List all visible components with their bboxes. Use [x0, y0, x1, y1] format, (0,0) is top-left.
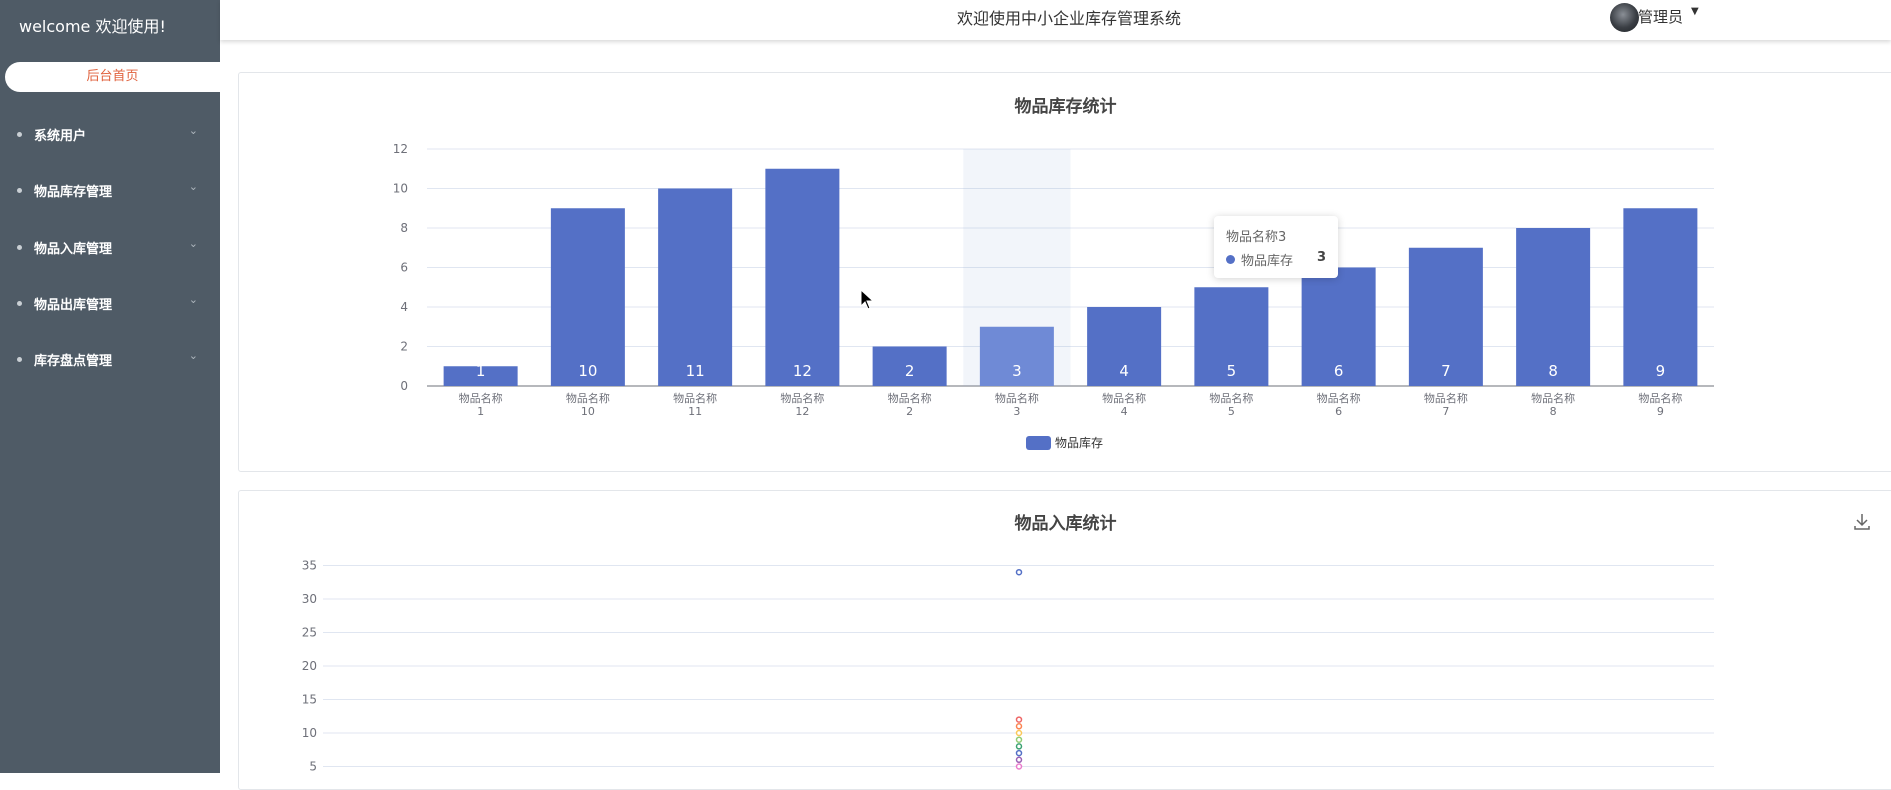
chevron-down-icon: ⌄ — [188, 124, 198, 137]
sidebar-item-stocktaking[interactable]: 库存盘点管理 ⌄ — [0, 349, 220, 369]
welcome-text: welcome 欢迎使用! — [19, 17, 166, 36]
bullet-icon — [17, 132, 22, 137]
sidebar-item-inventory[interactable]: 物品库存管理 ⌄ — [0, 180, 220, 200]
chart-title: 物品库存统计 — [1014, 97, 1117, 117]
download-icon[interactable] — [1852, 512, 1872, 532]
sidebar-item-label: 物品入库管理 — [34, 242, 113, 257]
user-menu[interactable]: 管理员 — [1638, 6, 1683, 27]
chevron-down-icon: ⌄ — [188, 293, 198, 306]
tooltip-value: 3 — [1317, 250, 1327, 265]
top-bar: 欢迎使用中小企业库存管理系统 管理员 ▼ — [220, 0, 1891, 40]
bullet-icon — [17, 357, 22, 362]
chart-tooltip: 物品名称3 物品库存 3 — [1214, 216, 1338, 278]
tooltip-title: 物品名称3 — [1226, 230, 1287, 245]
chart-title: 物品入库统计 — [1014, 514, 1117, 534]
sidebar-item-label: 物品库存管理 — [34, 185, 113, 200]
chevron-down-icon: ⌄ — [188, 349, 198, 362]
mouse-cursor-icon — [860, 289, 874, 310]
avatar[interactable] — [1610, 3, 1639, 32]
sidebar-item-stock-out[interactable]: 物品出库管理 ⌄ — [0, 293, 220, 313]
sidebar-item-label: 物品出库管理 — [34, 298, 113, 313]
stock-in-chart-card: 物品入库统计 — [238, 490, 1891, 790]
chevron-down-icon: ⌄ — [188, 237, 198, 250]
page-title: 欢迎使用中小企业库存管理系统 — [957, 9, 1182, 28]
caret-down-icon[interactable]: ▼ — [1691, 6, 1699, 17]
series-dot-icon — [1226, 255, 1235, 264]
sidebar-item-system-users[interactable]: 系统用户 ⌄ — [0, 124, 220, 144]
chevron-down-icon: ⌄ — [188, 180, 198, 193]
bullet-icon — [17, 245, 22, 250]
sidebar-item-home[interactable]: 后台首页 — [5, 62, 220, 92]
sidebar-item-stock-in[interactable]: 物品入库管理 ⌄ — [0, 237, 220, 257]
bullet-icon — [17, 188, 22, 193]
sidebar-item-label: 系统用户 — [34, 129, 87, 144]
sidebar: welcome 欢迎使用! 后台首页 系统用户 ⌄ 物品库存管理 ⌄ 物品入库管… — [0, 0, 220, 773]
inventory-chart-card: 物品库存统计 — [238, 72, 1891, 472]
sidebar-item-label: 库存盘点管理 — [34, 354, 113, 369]
bullet-icon — [17, 301, 22, 306]
tooltip-series: 物品库存 — [1241, 254, 1294, 269]
